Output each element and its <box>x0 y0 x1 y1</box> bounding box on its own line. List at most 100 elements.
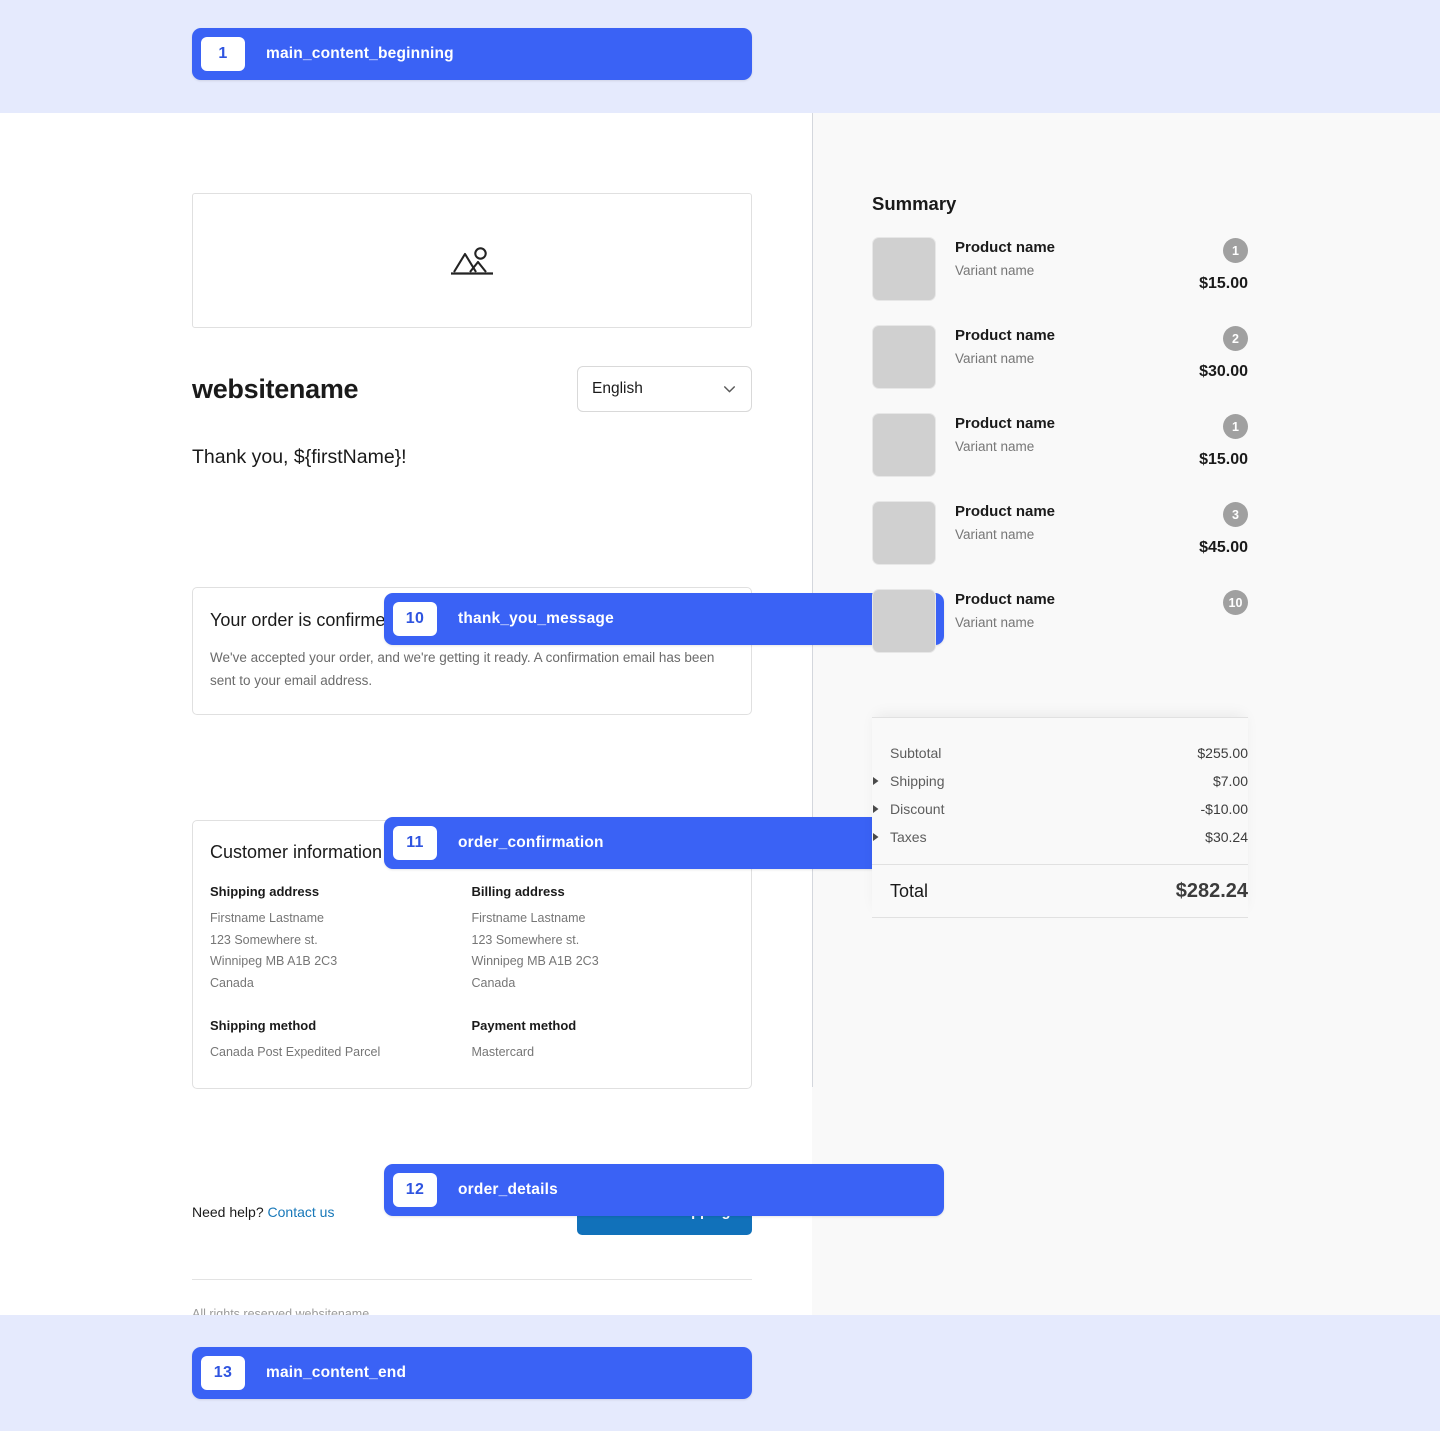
annotation-label: order_details <box>458 1181 558 1198</box>
billing-address-heading: Billing address <box>471 884 565 900</box>
billing-address-block: Billing address Firstname Lastname 123 S… <box>472 884 734 1064</box>
quantity-badge: 1 <box>1223 238 1248 263</box>
expand-caret-icon[interactable] <box>872 832 890 842</box>
product-variant: Variant name <box>955 351 1035 366</box>
quantity-badge: 2 <box>1223 326 1248 351</box>
product-text: Product name Variant name <box>955 413 1055 454</box>
product-name: Product name <box>955 415 1056 432</box>
summary-list-item: Product name Variant name 1 $15.00 <box>872 413 1248 501</box>
totals-row-taxes[interactable]: Taxes $30.24 <box>872 823 1248 851</box>
quantity-badge: 1 <box>1223 414 1248 439</box>
total-value: $282.24 <box>1175 879 1248 902</box>
product-text: Product name Variant name <box>955 325 1055 366</box>
quantity-badge: 10 <box>1223 590 1248 615</box>
totals-label: Taxes <box>890 829 927 845</box>
totals-row-shipping[interactable]: Shipping $7.00 <box>872 767 1248 795</box>
payment-method-block: Payment method Mastercard <box>472 1018 734 1064</box>
product-thumbnail <box>872 325 936 389</box>
summary-totals: Subtotal $255.00 Shipping $7.00 Discount… <box>872 717 1248 918</box>
annotation-number: 11 <box>393 826 437 860</box>
product-meta: 1 $15.00 <box>1199 237 1248 293</box>
expand-caret-icon[interactable] <box>872 804 890 814</box>
address-columns: Shipping address Firstname Lastname 123 … <box>210 884 733 1064</box>
product-meta: 2 $30.00 <box>1199 325 1248 381</box>
main-body: websitename English Thank you, ${firstNa… <box>0 113 1440 1321</box>
product-price: $30.00 <box>1199 363 1248 380</box>
annotation-number: 10 <box>393 602 437 636</box>
quantity-badge: 3 <box>1223 502 1248 527</box>
image-placeholder-icon <box>451 246 493 275</box>
totals-row-subtotal: Subtotal $255.00 <box>872 739 1248 767</box>
product-meta: 1 $15.00 <box>1199 413 1248 469</box>
shipping-address-line: Canada <box>210 975 254 990</box>
product-meta: 10 <box>1223 589 1248 627</box>
product-meta: 3 $45.00 <box>1199 501 1248 557</box>
annotation-order-details[interactable]: 12 order_details <box>384 1164 944 1216</box>
annotation-label: main_content_beginning <box>266 45 454 62</box>
shipping-address-heading: Shipping address <box>210 884 320 900</box>
annotation-order-confirmation[interactable]: 11 order_confirmation <box>384 817 944 869</box>
annotation-main-content-end[interactable]: 13 main_content_end <box>192 1347 752 1399</box>
brand-row: websitename English <box>192 365 752 413</box>
language-select[interactable]: English <box>577 366 752 412</box>
product-name: Product name <box>955 591 1056 608</box>
product-thumbnail <box>872 501 936 565</box>
totals-value: $30.24 <box>1205 829 1248 845</box>
billing-address-line: Canada <box>471 975 516 990</box>
product-name: Product name <box>955 327 1056 344</box>
billing-address-line: Winnipeg MB A1B 2C3 <box>471 954 599 969</box>
shipping-address-line: Firstname Lastname <box>210 911 324 926</box>
annotation-label: order_confirmation <box>458 834 604 851</box>
brand-name: websitename <box>192 373 359 404</box>
payment-method-value: Mastercard <box>471 1045 535 1060</box>
totals-label: Discount <box>890 801 945 817</box>
product-name: Product name <box>955 503 1056 520</box>
product-thumbnail <box>872 589 936 653</box>
shipping-method-heading: Shipping method <box>210 1018 317 1034</box>
product-price: $45.00 <box>1199 539 1248 556</box>
product-price: $15.00 <box>1199 451 1248 468</box>
left-content-column: websitename English Thank you, ${firstNa… <box>192 113 944 1321</box>
annotation-number: 12 <box>393 1173 437 1207</box>
annotation-label: main_content_end <box>266 1364 407 1381</box>
order-confirmation-page: 1 main_content_beginning websitename Eng… <box>0 0 1440 1431</box>
shipping-method-block: Shipping method Canada Post Expedited Pa… <box>210 1018 472 1064</box>
shipping-address-line: Winnipeg MB A1B 2C3 <box>210 954 338 969</box>
annotation-number: 13 <box>201 1356 245 1390</box>
summary-item-list: Product name Variant name 1 $15.00 Produ… <box>872 237 1248 677</box>
order-summary: Summary Product name Variant name 1 $15.… <box>872 193 1248 677</box>
shipping-method-value: Canada Post Expedited Parcel <box>210 1045 381 1060</box>
product-variant: Variant name <box>955 263 1035 278</box>
total-label: Total <box>890 880 929 901</box>
logo-placeholder <box>192 193 752 328</box>
totals-row-discount[interactable]: Discount -$10.00 <box>872 795 1248 823</box>
product-text: Product name Variant name <box>955 589 1055 630</box>
contact-us-link[interactable]: Contact us <box>268 1204 335 1220</box>
annotation-label: thank_you_message <box>458 610 614 627</box>
shipping-address-block: Shipping address Firstname Lastname 123 … <box>210 884 472 1064</box>
summary-list-item: Product name Variant name 3 $45.00 <box>872 501 1248 589</box>
totals-value: -$10.00 <box>1200 801 1248 817</box>
product-price: $15.00 <box>1199 275 1248 292</box>
product-variant: Variant name <box>955 527 1035 542</box>
expand-caret-icon[interactable] <box>872 776 890 786</box>
summary-title: Summary <box>872 193 957 214</box>
product-name: Product name <box>955 239 1056 256</box>
order-confirmed-body: We've accepted your order, and we're get… <box>210 650 715 689</box>
annotation-number: 1 <box>201 37 245 71</box>
summary-list-item: Product name Variant name 1 $15.00 <box>872 237 1248 325</box>
need-help-text: Need help? Contact us <box>192 1204 334 1220</box>
totals-label: Subtotal <box>890 745 942 761</box>
annotation-main-content-beginning[interactable]: 1 main_content_beginning <box>192 28 752 80</box>
billing-address-line: 123 Somewhere st. <box>471 932 580 947</box>
shipping-address-line: 123 Somewhere st. <box>210 932 318 947</box>
totals-value: $7.00 <box>1212 773 1248 789</box>
product-variant: Variant name <box>955 439 1035 454</box>
product-thumbnail <box>872 237 936 301</box>
payment-method-heading: Payment method <box>471 1018 577 1034</box>
need-help-label: Need help? <box>192 1203 268 1220</box>
summary-list-item: Product name Variant name 10 <box>872 589 1248 677</box>
thank-you-heading: Thank you, ${firstName}! <box>192 446 407 468</box>
annotation-thank-you-message[interactable]: 10 thank_you_message <box>384 593 944 645</box>
product-text: Product name Variant name <box>955 237 1055 278</box>
